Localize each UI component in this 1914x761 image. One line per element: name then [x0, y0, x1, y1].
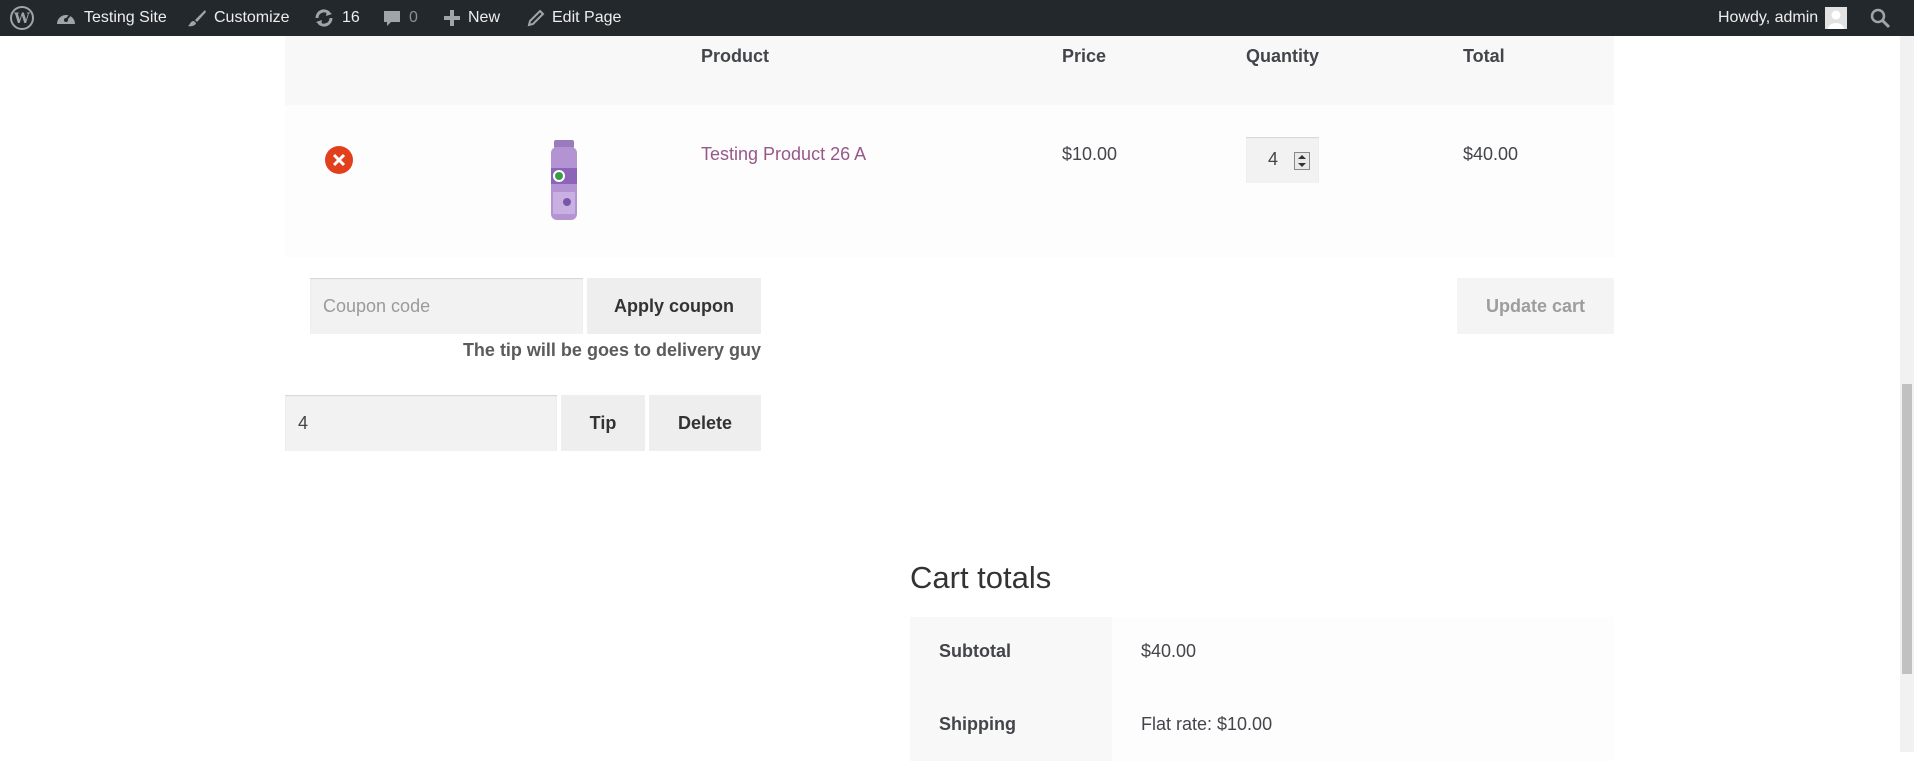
shipping-label: Shipping: [939, 714, 1016, 734]
admin-bar: W Testing Site Customize 16 0 New Edit P…: [0, 0, 1914, 36]
subtotal-value: $40.00: [1141, 641, 1197, 661]
cart-totals-title: Cart totals: [910, 560, 1052, 595]
item-price: $10.00: [1062, 144, 1118, 164]
new-content-link[interactable]: New: [443, 0, 500, 36]
avatar: [1825, 7, 1848, 29]
tip-button[interactable]: Tip: [561, 395, 645, 451]
updates-icon: [313, 8, 335, 28]
header-total: Total: [1463, 46, 1505, 66]
close-icon: [332, 153, 346, 167]
comments-count: 0: [409, 9, 418, 26]
customize-label: Customize: [214, 9, 290, 26]
item-total: $40.00: [1463, 144, 1519, 164]
page-scrollbar[interactable]: [1900, 36, 1914, 752]
new-label: New: [468, 9, 501, 26]
dashboard-icon: [55, 8, 77, 28]
comment-icon: [382, 8, 402, 28]
table-header: [285, 36, 1614, 105]
header-product: Product: [701, 46, 770, 66]
updates-count: 16: [342, 9, 360, 26]
svg-text:W: W: [13, 11, 30, 27]
table-row: [285, 105, 1614, 258]
shipping-value: Flat rate: $10.00: [1141, 714, 1273, 734]
header-price: Price: [1062, 46, 1107, 66]
remove-item-button[interactable]: [325, 146, 353, 174]
product-thumbnail[interactable]: [539, 140, 589, 224]
my-account-link[interactable]: Howdy, admin: [1718, 0, 1848, 36]
updates-link[interactable]: 16: [313, 0, 360, 36]
product-name-link[interactable]: Testing Product 26 A: [701, 144, 866, 165]
edit-page-label: Edit Page: [552, 9, 622, 26]
header-quantity: Quantity: [1246, 46, 1320, 66]
coupon-code-input[interactable]: [310, 278, 583, 334]
brush-icon: [187, 8, 207, 28]
search-icon[interactable]: [1869, 0, 1891, 36]
subtotal-label: Subtotal: [939, 641, 1011, 661]
update-cart-button[interactable]: Update cart: [1457, 278, 1614, 334]
quantity-value: 4: [1268, 149, 1279, 169]
howdy-label: Howdy, admin: [1718, 9, 1819, 26]
apply-coupon-button[interactable]: Apply coupon: [587, 278, 761, 334]
site-name-link[interactable]: Testing Site: [55, 0, 167, 36]
edit-page-link[interactable]: Edit Page: [527, 0, 621, 36]
site-name: Testing Site: [84, 9, 167, 26]
wordpress-logo-icon[interactable]: W: [10, 0, 34, 36]
quantity-stepper[interactable]: 4: [1246, 137, 1319, 183]
pencil-icon: [527, 9, 545, 27]
customize-link[interactable]: Customize: [187, 0, 290, 36]
spinner-arrows-icon[interactable]: [1294, 152, 1310, 170]
comments-link[interactable]: 0: [382, 0, 418, 36]
plus-icon: [443, 9, 461, 27]
delete-tip-button[interactable]: Delete: [649, 395, 761, 451]
tip-note: The tip will be goes to delivery guy: [462, 340, 761, 360]
tip-amount-input[interactable]: [285, 395, 557, 451]
scrollbar-thumb[interactable]: [1902, 384, 1912, 674]
